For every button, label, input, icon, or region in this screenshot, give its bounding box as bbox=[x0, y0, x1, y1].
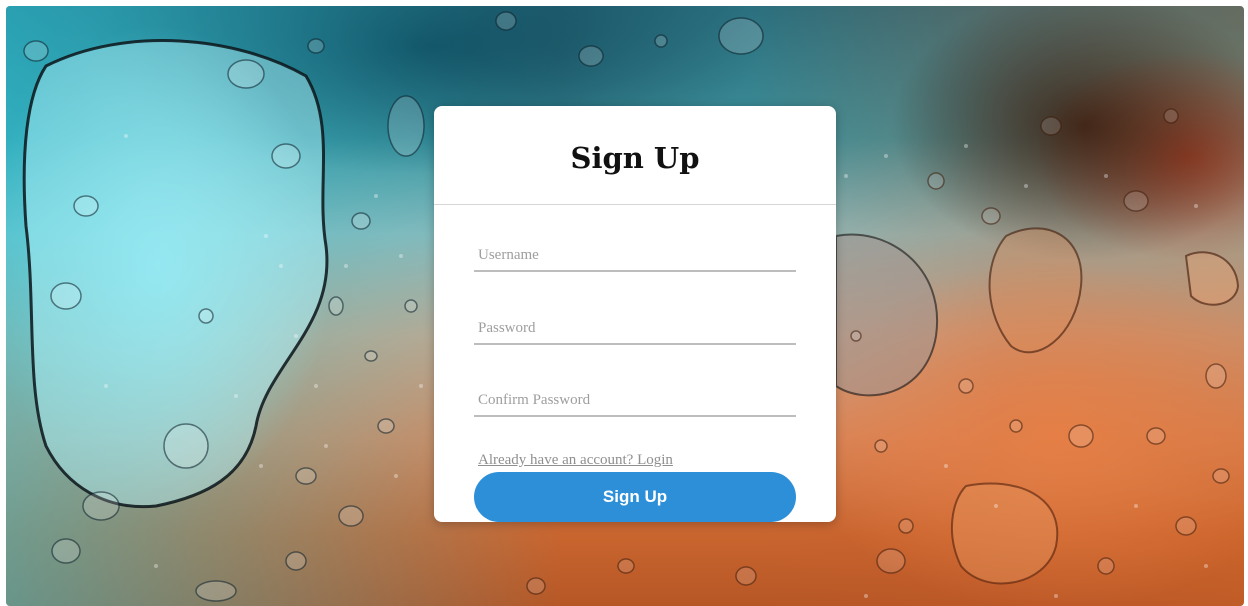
password-field-wrapper bbox=[474, 313, 796, 345]
username-input[interactable] bbox=[474, 240, 796, 270]
sign-up-button[interactable]: Sign Up bbox=[474, 472, 796, 522]
login-link[interactable]: Already have an account? Login bbox=[478, 452, 673, 469]
form-title: Sign Up bbox=[570, 141, 700, 175]
page-background: Sign Up Already have an account? Login S… bbox=[6, 6, 1244, 606]
card-header: Sign Up bbox=[434, 106, 836, 205]
confirm-password-field-wrapper bbox=[474, 385, 796, 417]
username-field-wrapper bbox=[474, 240, 796, 272]
confirm-password-input[interactable] bbox=[474, 385, 796, 415]
signup-card: Sign Up Already have an account? Login S… bbox=[434, 106, 836, 522]
password-input[interactable] bbox=[474, 313, 796, 343]
